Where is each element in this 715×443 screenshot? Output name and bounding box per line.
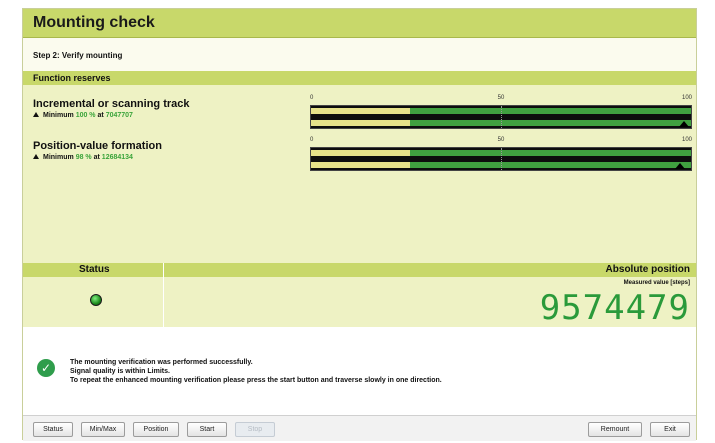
measured-value-caption: Measured value [steps] <box>623 280 690 286</box>
bar-fill-yellow <box>311 108 410 114</box>
track-name: Incremental or scanning track <box>33 98 190 110</box>
absolute-position-heading: Absolute position <box>605 264 690 275</box>
bar-midline <box>501 106 502 128</box>
message-line: Signal quality is within Limits. <box>70 368 170 375</box>
scale-label-100: 100 <box>681 137 692 143</box>
message-line: The mounting verification was performed … <box>70 359 253 366</box>
reserve-bar-incremental: 0 50 100 <box>310 95 692 129</box>
bar-midline <box>501 148 502 170</box>
minimum-value: 100 % <box>75 112 96 119</box>
track-minimum-line: Minimum 100 % at 7047707 <box>33 112 190 119</box>
at-position: 12684134 <box>101 154 133 161</box>
minimum-marker-icon <box>679 121 689 127</box>
status-panel: Measured value [steps] 9574479 <box>23 263 696 328</box>
scale-label-50: 50 <box>497 137 505 143</box>
triangle-up-icon <box>33 112 39 117</box>
function-reserves-heading: Function reserves <box>33 73 111 83</box>
status-heading: Status <box>79 264 110 275</box>
message-line: To repeat the enhanced mounting verifica… <box>70 377 442 384</box>
minimum-label: Minimum <box>43 112 74 119</box>
step-label: Step 2: Verify mounting <box>33 51 123 60</box>
at-label: at <box>93 154 100 161</box>
minimum-value: 98 % <box>75 154 92 161</box>
stop-button[interactable]: Stop <box>235 422 275 437</box>
status-divider <box>163 263 164 327</box>
message-area: ✓ The mounting verification was performe… <box>23 327 696 415</box>
title-bar: Mounting check <box>23 9 696 38</box>
scale-label-0: 0 <box>310 137 314 143</box>
track-position-value: Position-value formation Minimum 98 % at… <box>33 140 162 161</box>
track-name: Position-value formation <box>33 140 162 152</box>
function-reserves-panel: Incremental or scanning track Minimum 10… <box>23 85 696 263</box>
bar-fill-yellow <box>311 120 410 126</box>
minimum-marker-icon <box>675 163 685 169</box>
bar-scale: 0 50 100 <box>310 137 692 147</box>
mounting-check-window: Mounting check Step 2: Verify mounting F… <box>22 8 697 441</box>
button-bar: Status Min/Max Position Start Stop Remou… <box>23 415 696 441</box>
start-button[interactable]: Start <box>187 422 227 437</box>
scale-label-0: 0 <box>310 95 314 101</box>
scale-label-50: 50 <box>497 95 505 101</box>
at-label: at <box>97 112 104 119</box>
minimum-label: Minimum <box>43 154 74 161</box>
scale-label-100: 100 <box>681 95 692 101</box>
position-button[interactable]: Position <box>133 422 179 437</box>
bar-scale: 0 50 100 <box>310 95 692 105</box>
remount-button[interactable]: Remount <box>588 422 642 437</box>
at-position: 7047707 <box>105 112 133 119</box>
step-row: Step 2: Verify mounting <box>23 38 696 71</box>
track-minimum-line: Minimum 98 % at 12684134 <box>33 154 162 161</box>
window-title: Mounting check <box>33 14 155 31</box>
track-incremental: Incremental or scanning track Minimum 10… <box>33 98 190 119</box>
absolute-position-value: 9574479 <box>539 288 690 328</box>
status-led-icon <box>90 294 102 306</box>
reserve-bar-position-value: 0 50 100 <box>310 137 692 171</box>
exit-button[interactable]: Exit <box>650 422 690 437</box>
reserve-bar <box>310 105 692 129</box>
function-reserves-header: Function reserves <box>23 71 696 85</box>
minmax-button[interactable]: Min/Max <box>81 422 125 437</box>
triangle-up-icon <box>33 154 39 159</box>
bar-fill-yellow <box>311 162 410 168</box>
check-circle-icon: ✓ <box>37 359 55 377</box>
bar-fill-yellow <box>311 150 410 156</box>
reserve-bar <box>310 147 692 171</box>
status-header: Status Absolute position <box>23 263 696 277</box>
status-button[interactable]: Status <box>33 422 73 437</box>
